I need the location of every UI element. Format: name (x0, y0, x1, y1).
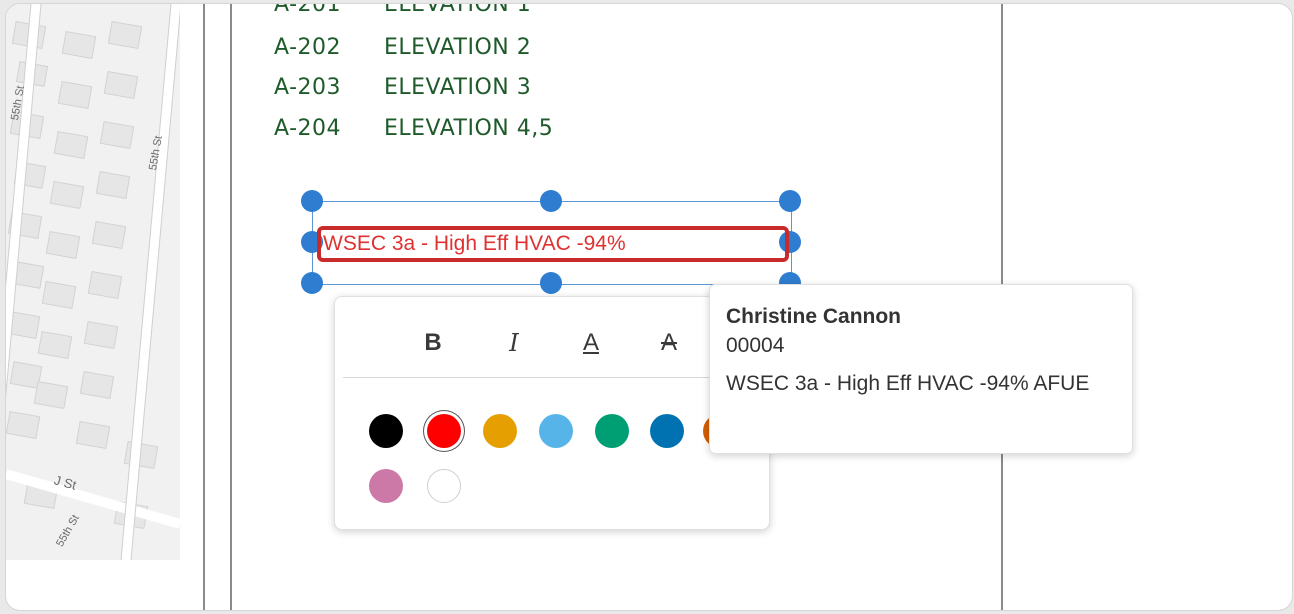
color-swatch-reddish-purple[interactable] (369, 469, 403, 503)
resize-handle-top-left[interactable] (301, 190, 323, 212)
color-swatch-black[interactable] (369, 414, 403, 448)
resize-handle-bottom-left[interactable] (301, 272, 323, 294)
map-thumbnail: 55th St 55th St J St 55th St (6, 4, 180, 560)
sheet-code: A-201 (274, 4, 341, 17)
sheet-code: A-203 (274, 75, 341, 100)
sheet-index-row: A-204 ELEVATION 4,5 (274, 114, 553, 144)
strikethrough-button[interactable]: A (649, 323, 689, 363)
sheet-code: A-202 (274, 35, 341, 60)
comment-id: 00004 (726, 334, 785, 357)
color-swatch-bluish-green[interactable] (595, 414, 629, 448)
color-swatch-orange-yellow[interactable] (483, 414, 517, 448)
toolbar-divider (343, 377, 763, 378)
color-swatch-blue[interactable] (650, 414, 684, 448)
resize-handle-top-middle[interactable] (540, 190, 562, 212)
map-graphic: 55th St 55th St J St 55th St (6, 4, 180, 560)
sheet-title: ELEVATION 3 (384, 75, 532, 100)
color-swatch-sky-blue[interactable] (539, 414, 573, 448)
free-text-annotation[interactable]: WSEC 3a - High Eff HVAC -94% (317, 226, 789, 262)
italic-button[interactable]: I (494, 323, 534, 363)
comment-author: Christine Cannon (726, 305, 902, 328)
text-format-toolbar: B I A A (334, 296, 770, 530)
sheet-title: ELEVATION 1 (384, 4, 532, 17)
sheet-title: ELEVATION 4,5 (384, 116, 554, 141)
comment-tooltip: Christine Cannon 00004 WSEC 3a - High Ef… (709, 284, 1133, 454)
color-swatch-white[interactable] (427, 469, 461, 503)
comment-body: WSEC 3a - High Eff HVAC -94% AFUE (726, 372, 1090, 395)
sheet-index-row: A-201 ELEVATION 1 (274, 4, 531, 20)
resize-handle-top-right[interactable] (779, 190, 801, 212)
sheet-border-left (203, 4, 205, 610)
sheet-index-row: A-202 ELEVATION 2 (274, 33, 531, 63)
bold-button[interactable]: B (413, 323, 453, 363)
sheet-border-inner (230, 4, 232, 610)
color-swatch-red[interactable] (427, 414, 461, 448)
underline-button[interactable]: A (571, 323, 611, 363)
sheet-index-row: A-203 ELEVATION 3 (274, 73, 531, 103)
app-frame: 55th St 55th St J St 55th St A-201 ELEVAT… (6, 4, 1292, 610)
sheet-title: ELEVATION 2 (384, 35, 532, 60)
resize-handle-bottom-middle[interactable] (540, 272, 562, 294)
sheet-code: A-204 (274, 116, 341, 141)
